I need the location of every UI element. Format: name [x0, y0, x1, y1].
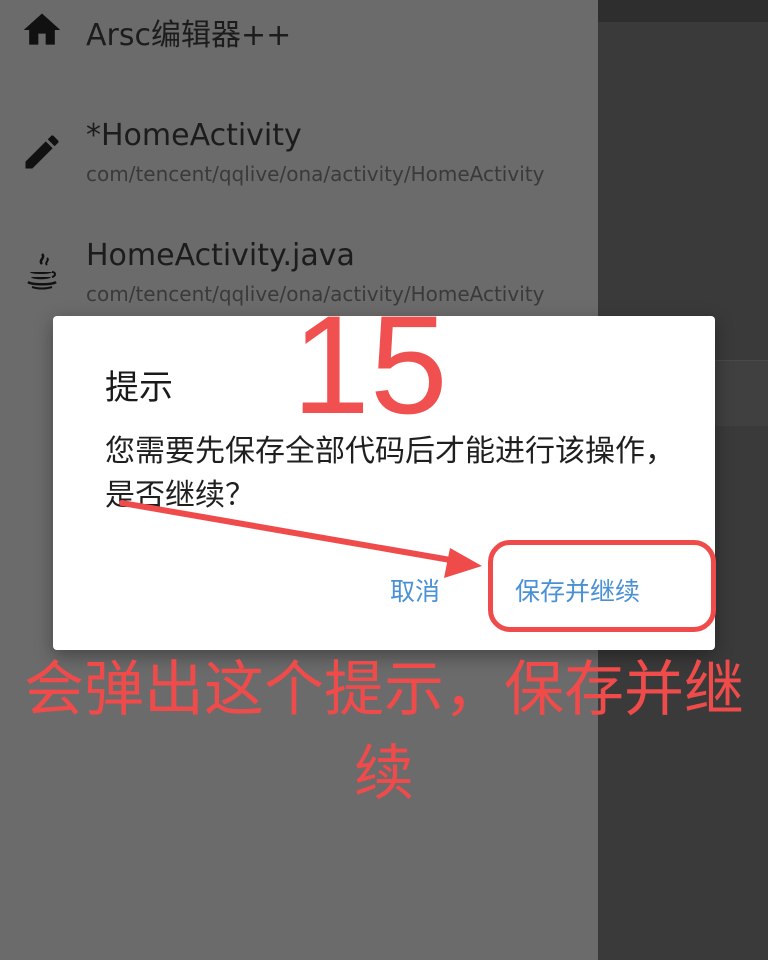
drawer-item-home[interactable]: Arsc编辑器++ [0, 0, 598, 80]
drawer-item-home-activity-smali[interactable]: *HomeActivity com/tencent/qqlive/ona/act… [0, 108, 598, 198]
drawer-item-subtitle: com/tencent/qqlive/ona/activity/HomeActi… [86, 162, 545, 186]
drawer-item-title: HomeActivity.java [86, 238, 355, 273]
step-number-annotation: 15 [292, 286, 448, 443]
cancel-button[interactable]: 取消 [390, 572, 440, 608]
background-toolbar [598, 0, 768, 22]
home-icon [20, 8, 64, 52]
highlight-box-annotation [488, 540, 716, 632]
java-icon [20, 250, 64, 294]
instruction-annotation: 会弹出这个提示，保存并继续 [24, 655, 744, 809]
drawer-item-title: Arsc编辑器++ [86, 18, 292, 53]
pencil-icon [20, 130, 64, 174]
dialog-message: 您需要先保存全部代码后才能进行该操作，是否继续？ [105, 434, 675, 513]
dialog-title: 提示 [105, 368, 173, 408]
drawer-item-title: *HomeActivity [86, 118, 302, 153]
